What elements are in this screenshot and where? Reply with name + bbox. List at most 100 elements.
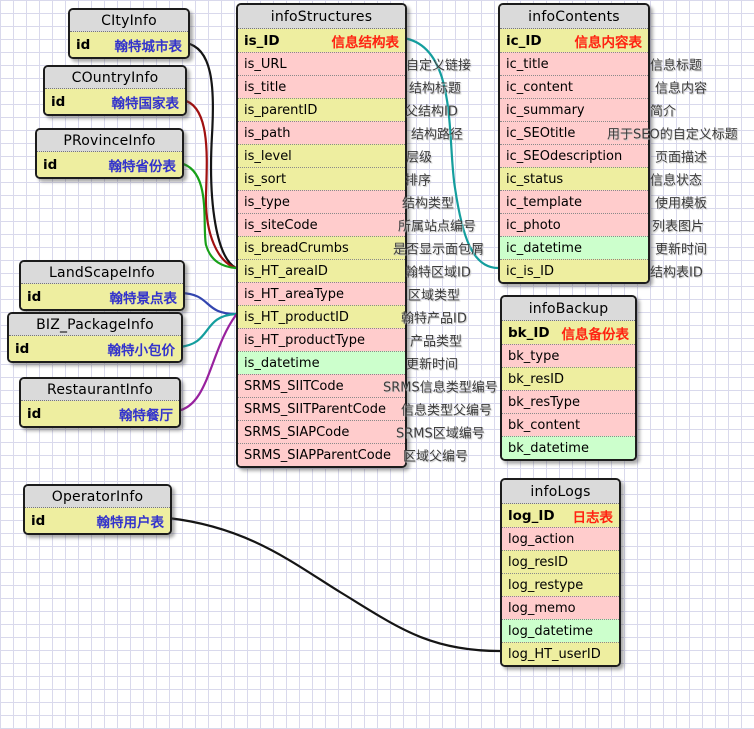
field-row-id[interactable]: id 翰特景点表: [21, 284, 183, 309]
field-name: id: [51, 94, 65, 110]
field-comment: 自定义链接: [406, 55, 471, 74]
field-row-is_ID[interactable]: is_ID信息结构表: [238, 29, 405, 52]
connection-operatorinfo-infologs[interactable]: [168, 518, 500, 651]
field-row-id[interactable]: id 翰特省份表: [37, 152, 182, 177]
field-note: 信息结构表: [326, 31, 400, 51]
field-row-SRMS_SIAPParentCode[interactable]: SRMS_SIAPParentCode区域父编号: [238, 443, 405, 466]
table-infoStructures[interactable]: infoStructuresis_ID信息结构表is_URL自定义链接is_ti…: [236, 3, 407, 468]
field-name: log_resID: [508, 555, 568, 570]
field-row-id[interactable]: id翰特国家表: [45, 89, 185, 114]
field-row-log_memo[interactable]: log_memo: [502, 596, 619, 619]
field-name: ic_datetime: [506, 241, 582, 256]
field-row-is_path[interactable]: is_path结构路径: [238, 121, 405, 144]
field-name: id: [43, 157, 57, 173]
field-name: is_sort: [244, 172, 286, 187]
field-comment: 父结构ID: [405, 101, 458, 120]
field-comment: 信息内容: [655, 78, 707, 97]
field-row-is_HT_areaID[interactable]: is_HT_areaID翰特区域ID: [238, 259, 405, 282]
field-name: SRMS_SIITCode: [244, 379, 344, 394]
field-row-log_action[interactable]: log_action: [502, 527, 619, 550]
field-row-is_title[interactable]: is_title结构标题: [238, 75, 405, 98]
field-row-is_datetime[interactable]: is_datetime更新时间: [238, 351, 405, 374]
field-comment: SRMS信息类型编号: [383, 377, 498, 396]
field-note: 信息备份表: [556, 323, 630, 343]
table-title: PRovinceInfo: [37, 130, 182, 152]
field-row-id[interactable]: id翰特城市表: [70, 32, 188, 57]
table-title: BIZ_PackageInfo: [9, 314, 181, 336]
table-PRovinceInfo[interactable]: PRovinceInfo id 翰特省份表: [35, 128, 184, 179]
field-row-ic_is_ID[interactable]: ic_is_ID结构表ID: [500, 259, 648, 282]
field-row-log_HT_userID[interactable]: log_HT_userID: [502, 642, 619, 665]
field-row-bk_datetime[interactable]: bk_datetime: [502, 436, 635, 459]
field-comment: 结构标题: [409, 78, 461, 97]
field-row-bk_resType[interactable]: bk_resType: [502, 390, 635, 413]
field-comment: 翰特产品ID: [401, 308, 467, 327]
field-row-id[interactable]: id翰特餐厅: [21, 401, 179, 426]
table-RestaurantInfo[interactable]: RestaurantInfoid翰特餐厅: [19, 377, 181, 428]
field-name: log_action: [508, 532, 574, 547]
field-name: id: [27, 406, 41, 422]
field-row-bk_ID[interactable]: bk_ID信息备份表: [502, 321, 635, 344]
field-note: 翰特景点表: [104, 287, 178, 307]
field-comment: 是否显示面包屑: [393, 239, 484, 258]
table-infoLogs[interactable]: infoLogslog_ID日志表log_actionlog_resIDlog_…: [500, 478, 621, 667]
field-name: is_HT_productType: [244, 333, 365, 348]
field-row-log_ID[interactable]: log_ID日志表: [502, 504, 619, 527]
table-OperatorInfo[interactable]: OperatorInfoid翰特用户表: [23, 484, 172, 535]
field-name: ic_SEOdescription: [506, 149, 622, 164]
field-row-is_parentID[interactable]: is_parentID父结构ID: [238, 98, 405, 121]
field-note: 翰特省份表: [103, 155, 177, 175]
field-comment: 更新时间: [655, 239, 707, 258]
field-row-ic_ID[interactable]: ic_ID信息内容表: [500, 29, 648, 52]
field-row-ic_photo[interactable]: ic_photo列表图片: [500, 213, 648, 236]
field-name: log_restype: [508, 578, 583, 593]
field-row-ic_title[interactable]: ic_title信息标题: [500, 52, 648, 75]
field-row-log_datetime[interactable]: log_datetime: [502, 619, 619, 642]
field-name: bk_datetime: [508, 441, 589, 456]
field-row-id[interactable]: id翰特小包价: [9, 336, 181, 361]
field-row-ic_datetime[interactable]: ic_datetime更新时间: [500, 236, 648, 259]
field-row-is_type[interactable]: is_type结构类型: [238, 190, 405, 213]
field-row-is_HT_areaType[interactable]: is_HT_areaType区域类型: [238, 282, 405, 305]
field-row-is_level[interactable]: is_level层级: [238, 144, 405, 167]
field-row-SRMS_SIAPCode[interactable]: SRMS_SIAPCodeSRMS区域编号: [238, 420, 405, 443]
table-LandScapeInfo[interactable]: LandScapeInfoid翰特景点表: [19, 260, 185, 311]
field-name: id: [27, 289, 41, 305]
field-row-ic_content[interactable]: ic_content信息内容: [500, 75, 648, 98]
field-row-log_resID[interactable]: log_resID: [502, 550, 619, 573]
field-row-is_HT_productID[interactable]: is_HT_productID翰特产品ID: [238, 305, 405, 328]
field-row-ic_SEOtitle[interactable]: ic_SEOtitle用于SEO的自定义标题: [500, 121, 648, 144]
field-row-ic_status[interactable]: ic_status信息状态: [500, 167, 648, 190]
field-row-ic_SEOdescription[interactable]: ic_SEOdescription页面描述: [500, 144, 648, 167]
table-BIZ_PackageInfo[interactable]: BIZ_PackageInfoid翰特小包价: [7, 312, 183, 363]
field-row-ic_summary[interactable]: ic_summary简介: [500, 98, 648, 121]
table-infoBackup[interactable]: infoBackupbk_ID信息备份表bk_typebk_resIDbk_re…: [500, 295, 637, 461]
field-name: is_siteCode: [244, 218, 318, 233]
table-title: CItyInfo: [70, 10, 188, 32]
table-infoContents[interactable]: infoContentsic_ID信息内容表ic_title信息标题ic_con…: [498, 3, 650, 284]
field-name: bk_resType: [508, 395, 580, 410]
table-COuntryInfo[interactable]: COuntryInfoid翰特国家表: [43, 65, 187, 116]
field-row-bk_resID[interactable]: bk_resID: [502, 367, 635, 390]
table-CItyInfo[interactable]: CItyInfoid翰特城市表: [68, 8, 190, 59]
field-row-is_sort[interactable]: is_sort排序: [238, 167, 405, 190]
field-comment: 翰特区域ID: [405, 262, 471, 281]
field-row-SRMS_SIITParentCode[interactable]: SRMS_SIITParentCode信息类型父编号: [238, 397, 405, 420]
field-comment: 层级: [406, 147, 432, 166]
field-row-is_breadCrumbs[interactable]: is_breadCrumbs是否显示面包屑: [238, 236, 405, 259]
field-row-bk_content[interactable]: bk_content: [502, 413, 635, 436]
field-comment: 信息类型父编号: [401, 400, 492, 419]
field-row-log_restype[interactable]: log_restype: [502, 573, 619, 596]
connection-countryinfo-infostructures[interactable]: [183, 100, 236, 268]
field-row-is_URL[interactable]: is_URL自定义链接: [238, 52, 405, 75]
field-row-ic_template[interactable]: ic_template使用模板: [500, 190, 648, 213]
field-row-is_HT_productType[interactable]: is_HT_productType产品类型: [238, 328, 405, 351]
field-row-bk_type[interactable]: bk_type: [502, 344, 635, 367]
field-name: is_path: [244, 126, 290, 141]
connection-landscapeinfo-infostructures[interactable]: [181, 293, 236, 314]
field-row-id[interactable]: id翰特用户表: [25, 508, 170, 533]
field-row-SRMS_SIITCode[interactable]: SRMS_SIITCodeSRMS信息类型编号: [238, 374, 405, 397]
field-row-is_siteCode[interactable]: is_siteCode所属站点编号: [238, 213, 405, 236]
field-name: is_HT_productID: [244, 310, 349, 325]
connection-provinceinfo-infostructures[interactable]: [180, 163, 236, 268]
